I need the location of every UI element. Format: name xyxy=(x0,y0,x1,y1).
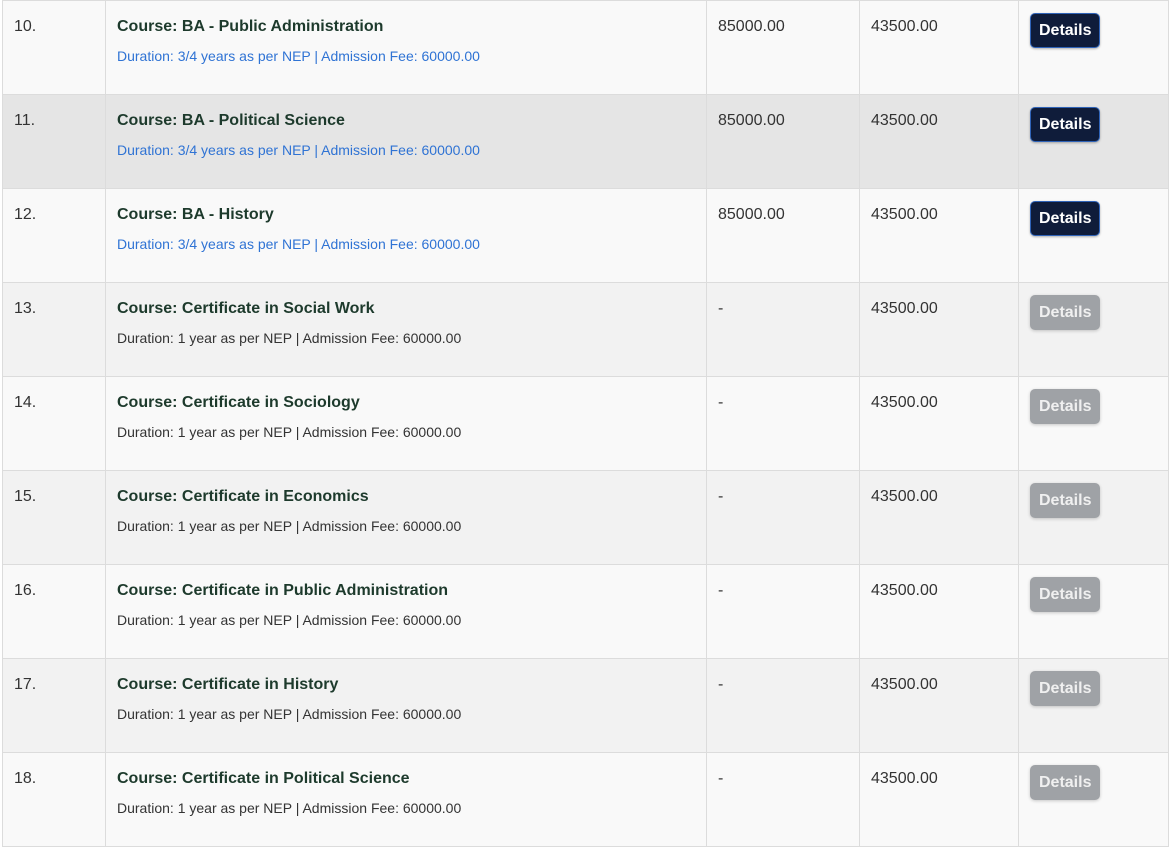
fee-amount-1: - xyxy=(706,564,860,659)
course-cell: Course: BA - History Duration: 3/4 years… xyxy=(105,188,707,283)
course-title: Course: BA - Political Science xyxy=(117,112,345,129)
table-row: 15. Course: Certificate in Economics Dur… xyxy=(2,470,1169,565)
details-button-disabled[interactable]: Details xyxy=(1030,671,1101,706)
details-button-disabled[interactable]: Details xyxy=(1030,389,1101,424)
course-meta-link[interactable]: Duration: 3/4 years as per NEP | Admissi… xyxy=(117,141,706,159)
course-cell: Course: Certificate in Social Work Durat… xyxy=(105,282,707,377)
fee-amount-2: 43500.00 xyxy=(859,564,1019,659)
course-cell: Course: Certificate in Public Administra… xyxy=(105,564,707,659)
course-title: Course: BA - History xyxy=(117,206,274,223)
table-row: 11. Course: BA - Political Science Durat… xyxy=(2,94,1169,189)
course-title: Course: Certificate in History xyxy=(117,676,339,693)
details-button[interactable]: Details xyxy=(1030,201,1101,236)
row-number: 10. xyxy=(2,0,106,95)
details-button-disabled[interactable]: Details xyxy=(1030,483,1101,518)
fee-amount-2: 43500.00 xyxy=(859,188,1019,283)
course-meta: Duration: 1 year as per NEP | Admission … xyxy=(117,706,462,722)
course-cell: Course: BA - Public Administration Durat… xyxy=(105,0,707,95)
fee-amount-2: 43500.00 xyxy=(859,376,1019,471)
fee-amount-1: - xyxy=(706,282,860,377)
fee-amount-2: 43500.00 xyxy=(859,94,1019,189)
course-meta: Duration: 1 year as per NEP | Admission … xyxy=(117,800,462,816)
row-number: 12. xyxy=(2,188,106,283)
action-cell: Details xyxy=(1018,470,1169,565)
table-row: 18. Course: Certificate in Political Sci… xyxy=(2,752,1169,847)
table-row: 10. Course: BA - Public Administration D… xyxy=(2,0,1169,95)
course-meta: Duration: 1 year as per NEP | Admission … xyxy=(117,330,462,346)
course-fee-table: 10. Course: BA - Public Administration D… xyxy=(2,0,1169,847)
details-button-disabled[interactable]: Details xyxy=(1030,577,1101,612)
row-number: 15. xyxy=(2,470,106,565)
fee-amount-1: 85000.00 xyxy=(706,0,860,95)
action-cell: Details xyxy=(1018,0,1169,95)
course-meta-link[interactable]: Duration: 3/4 years as per NEP | Admissi… xyxy=(117,235,706,253)
row-number: 11. xyxy=(2,94,106,189)
fee-amount-2: 43500.00 xyxy=(859,0,1019,95)
row-number: 17. xyxy=(2,658,106,753)
details-button-disabled[interactable]: Details xyxy=(1030,295,1101,330)
row-number: 18. xyxy=(2,752,106,847)
details-button[interactable]: Details xyxy=(1030,13,1101,48)
details-button[interactable]: Details xyxy=(1030,107,1101,142)
course-meta: Duration: 1 year as per NEP | Admission … xyxy=(117,518,462,534)
fee-amount-1: - xyxy=(706,376,860,471)
table-row: 16. Course: Certificate in Public Admini… xyxy=(2,564,1169,659)
course-meta: Duration: 1 year as per NEP | Admission … xyxy=(117,612,462,628)
course-cell: Course: Certificate in Economics Duratio… xyxy=(105,470,707,565)
course-meta: Duration: 1 year as per NEP | Admission … xyxy=(117,424,462,440)
action-cell: Details xyxy=(1018,282,1169,377)
row-number: 13. xyxy=(2,282,106,377)
course-cell: Course: Certificate in Political Science… xyxy=(105,752,707,847)
action-cell: Details xyxy=(1018,658,1169,753)
table-row: 12. Course: BA - History Duration: 3/4 y… xyxy=(2,188,1169,283)
table-row: 13. Course: Certificate in Social Work D… xyxy=(2,282,1169,377)
table-row: 17. Course: Certificate in History Durat… xyxy=(2,658,1169,753)
action-cell: Details xyxy=(1018,188,1169,283)
row-number: 14. xyxy=(2,376,106,471)
fee-amount-1: 85000.00 xyxy=(706,188,860,283)
details-button-disabled[interactable]: Details xyxy=(1030,765,1101,800)
course-cell: Course: Certificate in History Duration:… xyxy=(105,658,707,753)
row-number: 16. xyxy=(2,564,106,659)
action-cell: Details xyxy=(1018,564,1169,659)
fee-amount-2: 43500.00 xyxy=(859,658,1019,753)
course-title: Course: Certificate in Sociology xyxy=(117,394,360,411)
course-meta-link[interactable]: Duration: 3/4 years as per NEP | Admissi… xyxy=(117,47,706,65)
course-cell: Course: Certificate in Sociology Duratio… xyxy=(105,376,707,471)
course-title: Course: Certificate in Public Administra… xyxy=(117,582,449,599)
fee-amount-1: - xyxy=(706,470,860,565)
fee-amount-1: - xyxy=(706,658,860,753)
course-title: Course: BA - Public Administration xyxy=(117,18,384,35)
fee-amount-1: - xyxy=(706,752,860,847)
fee-amount-2: 43500.00 xyxy=(859,282,1019,377)
fee-amount-2: 43500.00 xyxy=(859,752,1019,847)
fee-amount-1: 85000.00 xyxy=(706,94,860,189)
course-title: Course: Certificate in Social Work xyxy=(117,300,375,317)
course-title: Course: Certificate in Political Science xyxy=(117,770,410,787)
action-cell: Details xyxy=(1018,94,1169,189)
action-cell: Details xyxy=(1018,752,1169,847)
fee-amount-2: 43500.00 xyxy=(859,470,1019,565)
course-title: Course: Certificate in Economics xyxy=(117,488,369,505)
action-cell: Details xyxy=(1018,376,1169,471)
table-row: 14. Course: Certificate in Sociology Dur… xyxy=(2,376,1169,471)
course-cell: Course: BA - Political Science Duration:… xyxy=(105,94,707,189)
